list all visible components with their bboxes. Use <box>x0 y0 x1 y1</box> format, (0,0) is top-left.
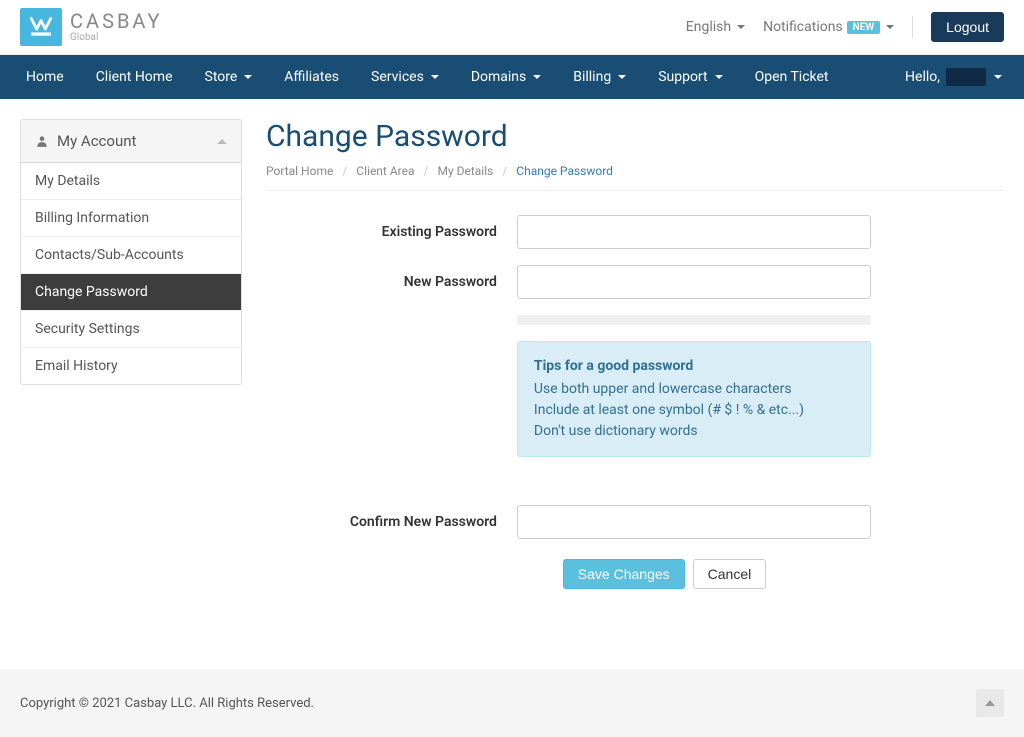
sidebar-item-label: Email History <box>35 358 118 374</box>
breadcrumb-portal-home[interactable]: Portal Home <box>266 164 333 178</box>
save-changes-button[interactable]: Save Changes <box>563 559 685 589</box>
nav-affiliates[interactable]: Affiliates <box>268 55 355 99</box>
content-area: Change Password Portal Home / Client Are… <box>266 119 1004 589</box>
chevron-down-icon <box>533 75 541 79</box>
panel-heading[interactable]: My Account <box>21 120 241 163</box>
sidebar-item-label: Change Password <box>35 284 148 300</box>
notifications-label: Notifications <box>763 19 843 35</box>
tips-line: Don't use dictionary words <box>534 421 854 442</box>
panel-title: My Account <box>57 132 136 150</box>
chevron-down-icon <box>886 25 894 29</box>
notifications-link[interactable]: Notifications NEW <box>763 19 894 35</box>
chevron-down-icon <box>244 75 252 79</box>
chevron-down-icon <box>715 75 723 79</box>
nav-label: Home <box>26 69 64 85</box>
form-row-confirm: Confirm New Password <box>266 505 1004 539</box>
nav-label: Services <box>371 69 424 85</box>
confirm-password-input[interactable] <box>517 505 871 539</box>
user-name-redacted <box>946 68 986 86</box>
tips-line: Use both upper and lowercase characters <box>534 379 854 400</box>
logout-button[interactable]: Logout <box>931 12 1004 42</box>
my-account-panel: My Account My Details Billing Informatio… <box>20 119 242 385</box>
nav-open-ticket[interactable]: Open Ticket <box>739 55 845 99</box>
chevron-down-icon <box>737 25 745 29</box>
copyright: Copyright © 2021 Casbay LLC. All Rights … <box>20 696 314 711</box>
nav-label: Domains <box>471 69 526 85</box>
sidebar-item-my-details[interactable]: My Details <box>21 163 241 200</box>
nav-support[interactable]: Support <box>642 55 738 99</box>
nav-user-menu[interactable]: Hello, <box>893 68 1014 86</box>
nav-label: Open Ticket <box>755 69 829 85</box>
nav-label: Store <box>205 69 238 85</box>
sidebar-item-email-history[interactable]: Email History <box>21 348 241 384</box>
nav-left: Home Client Home Store Affiliates Servic… <box>10 55 845 99</box>
sidebar-item-label: Billing Information <box>35 210 149 226</box>
tips-line: Include at least one symbol (# $ ! % & e… <box>534 400 854 421</box>
footer: Copyright © 2021 Casbay LLC. All Rights … <box>0 669 1024 737</box>
main-navbar: Home Client Home Store Affiliates Servic… <box>0 55 1024 99</box>
new-password-input[interactable] <box>517 265 871 299</box>
nav-billing[interactable]: Billing <box>557 55 642 99</box>
form-row-existing: Existing Password <box>266 215 1004 249</box>
nav-home[interactable]: Home <box>10 55 80 99</box>
confirm-password-label: Confirm New Password <box>266 514 517 530</box>
nav-label: Billing <box>573 69 611 85</box>
breadcrumb: Portal Home / Client Area / My Details /… <box>266 164 1004 191</box>
nav-services[interactable]: Services <box>355 55 455 99</box>
existing-password-label: Existing Password <box>266 224 517 240</box>
brand-name: CASBAY <box>70 11 163 31</box>
sidebar-item-contacts[interactable]: Contacts/Sub-Accounts <box>21 237 241 274</box>
page-title: Change Password <box>266 119 1004 154</box>
breadcrumb-change-password: Change Password <box>516 164 613 178</box>
nav-domains[interactable]: Domains <box>455 55 557 99</box>
cancel-button[interactable]: Cancel <box>693 559 767 589</box>
form-row-new: New Password <box>266 265 1004 299</box>
nav-label: Affiliates <box>284 69 339 85</box>
new-password-label: New Password <box>266 274 517 290</box>
language-label: English <box>686 19 731 35</box>
nav-store[interactable]: Store <box>189 55 269 99</box>
nav-label: Client Home <box>96 69 173 85</box>
sidebar-item-billing-information[interactable]: Billing Information <box>21 200 241 237</box>
divider <box>912 16 913 38</box>
top-links: English Notifications NEW Logout <box>686 12 1004 42</box>
tips-title: Tips for a good password <box>534 356 854 377</box>
main-container: My Account My Details Billing Informatio… <box>0 99 1024 609</box>
sidebar-item-label: My Details <box>35 173 100 189</box>
logo-text: CASBAY Global <box>70 11 163 43</box>
form-row-strength <box>266 315 1004 325</box>
password-tips-box: Tips for a good password Use both upper … <box>517 341 871 457</box>
chevron-down-icon <box>618 75 626 79</box>
nav-client-home[interactable]: Client Home <box>80 55 189 99</box>
chevron-up-icon <box>217 139 227 144</box>
scroll-to-top-button[interactable] <box>976 689 1004 717</box>
nav-label: Support <box>658 69 707 85</box>
greeting: Hello, <box>905 69 940 85</box>
user-icon <box>35 134 49 148</box>
form-row-tips: Tips for a good password Use both upper … <box>266 341 1004 457</box>
brand-sub: Global <box>70 33 163 43</box>
sidebar-item-label: Contacts/Sub-Accounts <box>35 247 184 263</box>
chevron-up-icon <box>985 700 995 706</box>
sidebar-item-security-settings[interactable]: Security Settings <box>21 311 241 348</box>
new-badge: NEW <box>847 21 881 34</box>
password-strength-bar <box>517 315 871 325</box>
breadcrumb-separator: / <box>424 164 429 178</box>
sidebar: My Account My Details Billing Informatio… <box>20 119 242 385</box>
sidebar-item-label: Security Settings <box>35 321 140 337</box>
logo-icon <box>20 8 62 46</box>
sidebar-item-change-password[interactable]: Change Password <box>21 274 241 311</box>
form-actions: Save Changes Cancel <box>325 559 1004 589</box>
chevron-down-icon <box>431 75 439 79</box>
breadcrumb-client-area[interactable]: Client Area <box>356 164 414 178</box>
chevron-down-icon <box>994 75 1002 79</box>
existing-password-input[interactable] <box>517 215 871 249</box>
logo-area[interactable]: CASBAY Global <box>20 8 163 46</box>
top-header: CASBAY Global English Notifications NEW … <box>0 0 1024 55</box>
language-selector[interactable]: English <box>686 19 745 35</box>
breadcrumb-separator: / <box>342 164 347 178</box>
breadcrumb-my-details[interactable]: My Details <box>437 164 493 178</box>
breadcrumb-separator: / <box>502 164 507 178</box>
